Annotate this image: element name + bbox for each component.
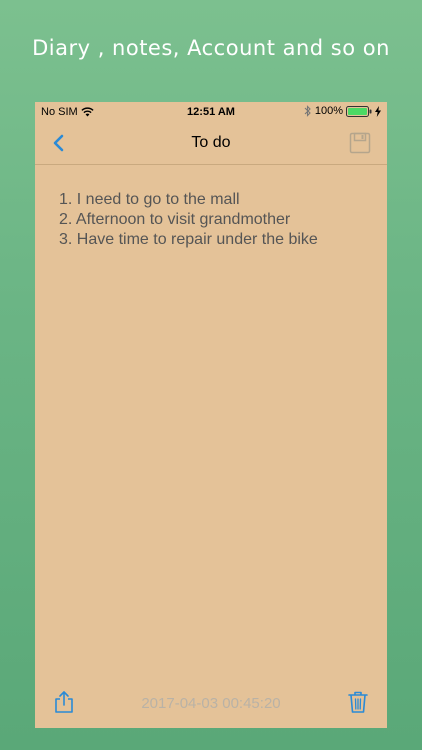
phone-screen: No SIM 12:51 AM 100% To do 1. I need to … [35,102,387,728]
note-line: 3. Have time to repair under the bike [59,231,318,248]
save-button[interactable] [349,132,371,154]
note-line: 2. Afternoon to visit grandmother [59,211,291,228]
battery-icon [346,105,372,117]
note-line: 1. I need to go to the mall [59,191,240,208]
navigation-bar: To do [35,122,387,165]
note-text-area[interactable]: 1. I need to go to the mall 2. Afternoon… [59,190,369,250]
status-right: 100% [304,105,381,117]
promo-caption: Diary , notes, Account and so on [32,36,390,60]
battery-percent: 100% [314,105,343,117]
status-bar: No SIM 12:51 AM 100% [35,102,387,122]
trash-button[interactable] [347,690,369,714]
charging-bolt-icon [375,105,381,117]
bottom-toolbar: 2017-04-03 00:45:20 [35,678,387,728]
bluetooth-icon [304,105,311,117]
page-title: To do [191,134,231,151]
note-timestamp: 2017-04-03 00:45:20 [141,695,281,712]
